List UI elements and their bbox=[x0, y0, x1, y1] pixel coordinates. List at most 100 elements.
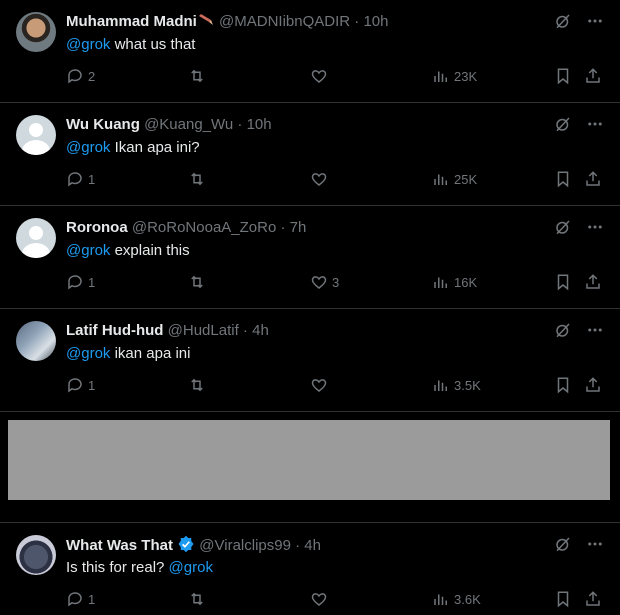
display-name[interactable]: Roronoa bbox=[66, 219, 128, 236]
tweet[interactable]: Muhammad Madni @MADNIibnQADIR · 10h @gro… bbox=[0, 0, 620, 103]
bookmark-icon bbox=[557, 274, 569, 291]
redacted-rectangle bbox=[8, 420, 610, 500]
like-button[interactable] bbox=[310, 590, 332, 608]
like-button[interactable]: 3 bbox=[310, 273, 339, 291]
views-button[interactable]: 3.5K bbox=[432, 376, 481, 394]
tweet[interactable]: What Was That @Viralclips99 · 4h Is this… bbox=[0, 523, 620, 615]
grok-icon[interactable] bbox=[554, 321, 572, 339]
views-button[interactable]: 16K bbox=[432, 273, 477, 291]
share-button[interactable] bbox=[584, 273, 602, 291]
like-button[interactable] bbox=[310, 67, 332, 85]
views-button[interactable]: 23K bbox=[432, 67, 477, 85]
avatar[interactable] bbox=[16, 535, 56, 575]
handle[interactable]: @RoRoNooaA_ZoRo bbox=[132, 219, 276, 236]
more-icon[interactable] bbox=[586, 12, 604, 30]
grok-icon[interactable] bbox=[554, 115, 572, 133]
reply-button[interactable]: 2 bbox=[66, 67, 95, 85]
share-icon bbox=[586, 171, 600, 186]
reply-icon bbox=[68, 592, 82, 607]
tweet[interactable]: Roronoa @RoRoNooaA_ZoRo · 7h @grok expla… bbox=[0, 206, 620, 309]
timestamp[interactable]: 4h bbox=[304, 537, 321, 554]
reply-count: 1 bbox=[88, 591, 96, 607]
display-name[interactable]: Muhammad Madni bbox=[66, 13, 197, 30]
redacted-block bbox=[0, 412, 620, 523]
tweet-header: Wu Kuang @Kuang_Wu · 10h bbox=[66, 116, 272, 133]
mention-link[interactable]: @grok bbox=[66, 345, 110, 362]
grok-icon[interactable] bbox=[554, 218, 572, 236]
display-name[interactable]: Wu Kuang bbox=[66, 116, 140, 133]
avatar[interactable] bbox=[16, 12, 56, 52]
reply-count: 1 bbox=[88, 171, 96, 187]
repost-icon bbox=[191, 275, 203, 289]
view-count: 25K bbox=[454, 171, 478, 187]
views-button[interactable]: 3.6K bbox=[432, 590, 481, 608]
share-button[interactable] bbox=[584, 376, 602, 394]
tweet-text: Is this for real? @grok bbox=[66, 559, 213, 576]
share-button[interactable] bbox=[584, 67, 602, 85]
views-button[interactable]: 25K bbox=[432, 170, 477, 188]
mention-link[interactable]: @grok bbox=[66, 242, 110, 259]
more-icon[interactable] bbox=[586, 115, 604, 133]
repost-button[interactable] bbox=[188, 590, 206, 608]
reply-feed: Muhammad Madni @MADNIibnQADIR · 10h @gro… bbox=[0, 0, 620, 615]
tweet[interactable]: Wu Kuang @Kuang_Wu · 10h @grok Ikan apa … bbox=[0, 103, 620, 206]
share-icon bbox=[586, 591, 600, 606]
bookmark-button[interactable] bbox=[554, 67, 572, 85]
reply-button[interactable]: 1 bbox=[66, 376, 95, 394]
analytics-icon bbox=[434, 277, 447, 288]
more-icon[interactable] bbox=[586, 535, 604, 553]
display-name[interactable]: Latif Hud-hud bbox=[66, 322, 163, 339]
bookmark-button[interactable] bbox=[554, 376, 572, 394]
bookmark-button[interactable] bbox=[554, 170, 572, 188]
tweet[interactable]: Latif Hud-hud @HudLatif · 4h @grok ikan … bbox=[0, 309, 620, 412]
mention-link[interactable]: @grok bbox=[169, 559, 213, 576]
timestamp[interactable]: 4h bbox=[252, 322, 269, 339]
avatar[interactable] bbox=[16, 321, 56, 361]
share-icon bbox=[586, 274, 600, 289]
repost-button[interactable] bbox=[188, 376, 206, 394]
tweet-text: @grok ikan apa ini bbox=[66, 345, 191, 362]
avatar[interactable] bbox=[16, 218, 56, 258]
more-icon[interactable] bbox=[586, 218, 604, 236]
reply-button[interactable]: 1 bbox=[66, 170, 95, 188]
display-name[interactable]: What Was That bbox=[66, 537, 173, 554]
handle[interactable]: @MADNIibnQADIR bbox=[219, 13, 350, 30]
bookmark-button[interactable] bbox=[554, 273, 572, 291]
handle[interactable]: @Viralclips99 bbox=[199, 537, 291, 554]
tweet-text: @grok Ikan apa ini? bbox=[66, 139, 200, 156]
verified-badge-icon bbox=[178, 535, 194, 553]
handle[interactable]: @Kuang_Wu bbox=[144, 116, 233, 133]
bookmark-button[interactable] bbox=[554, 590, 572, 608]
bookmark-icon bbox=[557, 377, 569, 394]
repost-button[interactable] bbox=[188, 170, 206, 188]
view-count: 16K bbox=[454, 274, 478, 290]
more-icon[interactable] bbox=[586, 321, 604, 339]
share-icon bbox=[586, 68, 600, 83]
bookmark-icon bbox=[557, 591, 569, 608]
repost-icon bbox=[191, 592, 203, 606]
share-button[interactable] bbox=[584, 590, 602, 608]
handle[interactable]: @HudLatif bbox=[168, 322, 239, 339]
bookmark-icon bbox=[557, 171, 569, 188]
mention-link[interactable]: @grok bbox=[66, 139, 110, 156]
repost-button[interactable] bbox=[188, 67, 206, 85]
reply-icon bbox=[68, 275, 82, 290]
reply-button[interactable]: 1 bbox=[66, 590, 95, 608]
like-button[interactable] bbox=[310, 376, 332, 394]
reply-icon bbox=[68, 378, 82, 393]
mention-link[interactable]: @grok bbox=[66, 36, 110, 53]
tweet-header: Roronoa @RoRoNooaA_ZoRo · 7h bbox=[66, 219, 307, 236]
avatar[interactable] bbox=[16, 115, 56, 155]
timestamp[interactable]: 10h bbox=[247, 116, 272, 133]
share-button[interactable] bbox=[584, 170, 602, 188]
repost-icon bbox=[191, 172, 203, 186]
timestamp[interactable]: 10h bbox=[363, 13, 388, 30]
repost-icon bbox=[191, 69, 203, 83]
repost-button[interactable] bbox=[188, 273, 206, 291]
timestamp[interactable]: 7h bbox=[290, 219, 307, 236]
reply-button[interactable]: 1 bbox=[66, 273, 95, 291]
grok-icon[interactable] bbox=[554, 535, 572, 553]
grok-icon[interactable] bbox=[554, 12, 572, 30]
like-button[interactable] bbox=[310, 170, 332, 188]
view-count: 23K bbox=[454, 68, 478, 84]
